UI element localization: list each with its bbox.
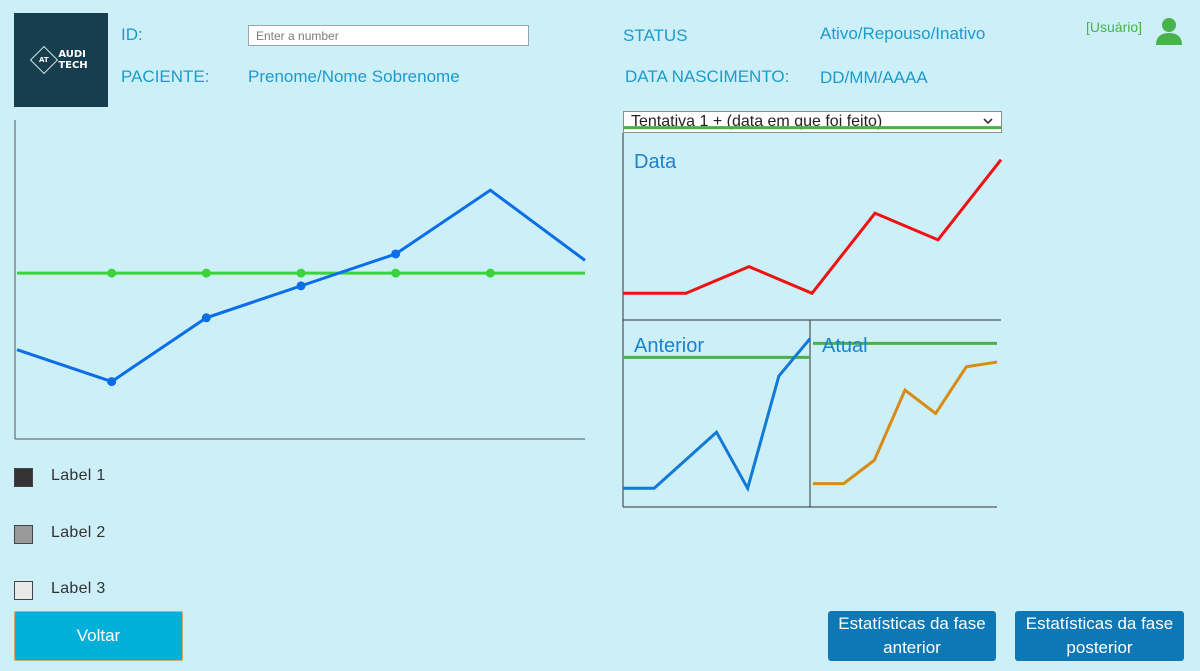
legend-label-3: Label 3 <box>51 580 106 597</box>
data-panel-title: Data <box>634 151 677 173</box>
legend-label-2: Label 2 <box>51 524 106 541</box>
atual-panel-title: Atual <box>822 335 868 357</box>
next-phase-stats-button[interactable]: Estatísticas da fase posterior <box>1015 611 1184 661</box>
legend-swatch-3 <box>14 581 33 600</box>
legend-swatch-1 <box>14 468 33 487</box>
legend-label-1: Label 1 <box>51 467 106 484</box>
data-panel-line <box>623 158 1003 296</box>
previous-phase-stats-button[interactable]: Estatísticas da fase anterior <box>828 611 996 661</box>
atual-panel-line <box>813 360 998 486</box>
anterior-panel-line <box>623 337 812 493</box>
legend-swatch-2 <box>14 525 33 544</box>
anterior-panel-title: Anterior <box>634 335 705 357</box>
back-button[interactable]: Voltar <box>14 611 183 661</box>
comparison-panels <box>622 126 1003 508</box>
